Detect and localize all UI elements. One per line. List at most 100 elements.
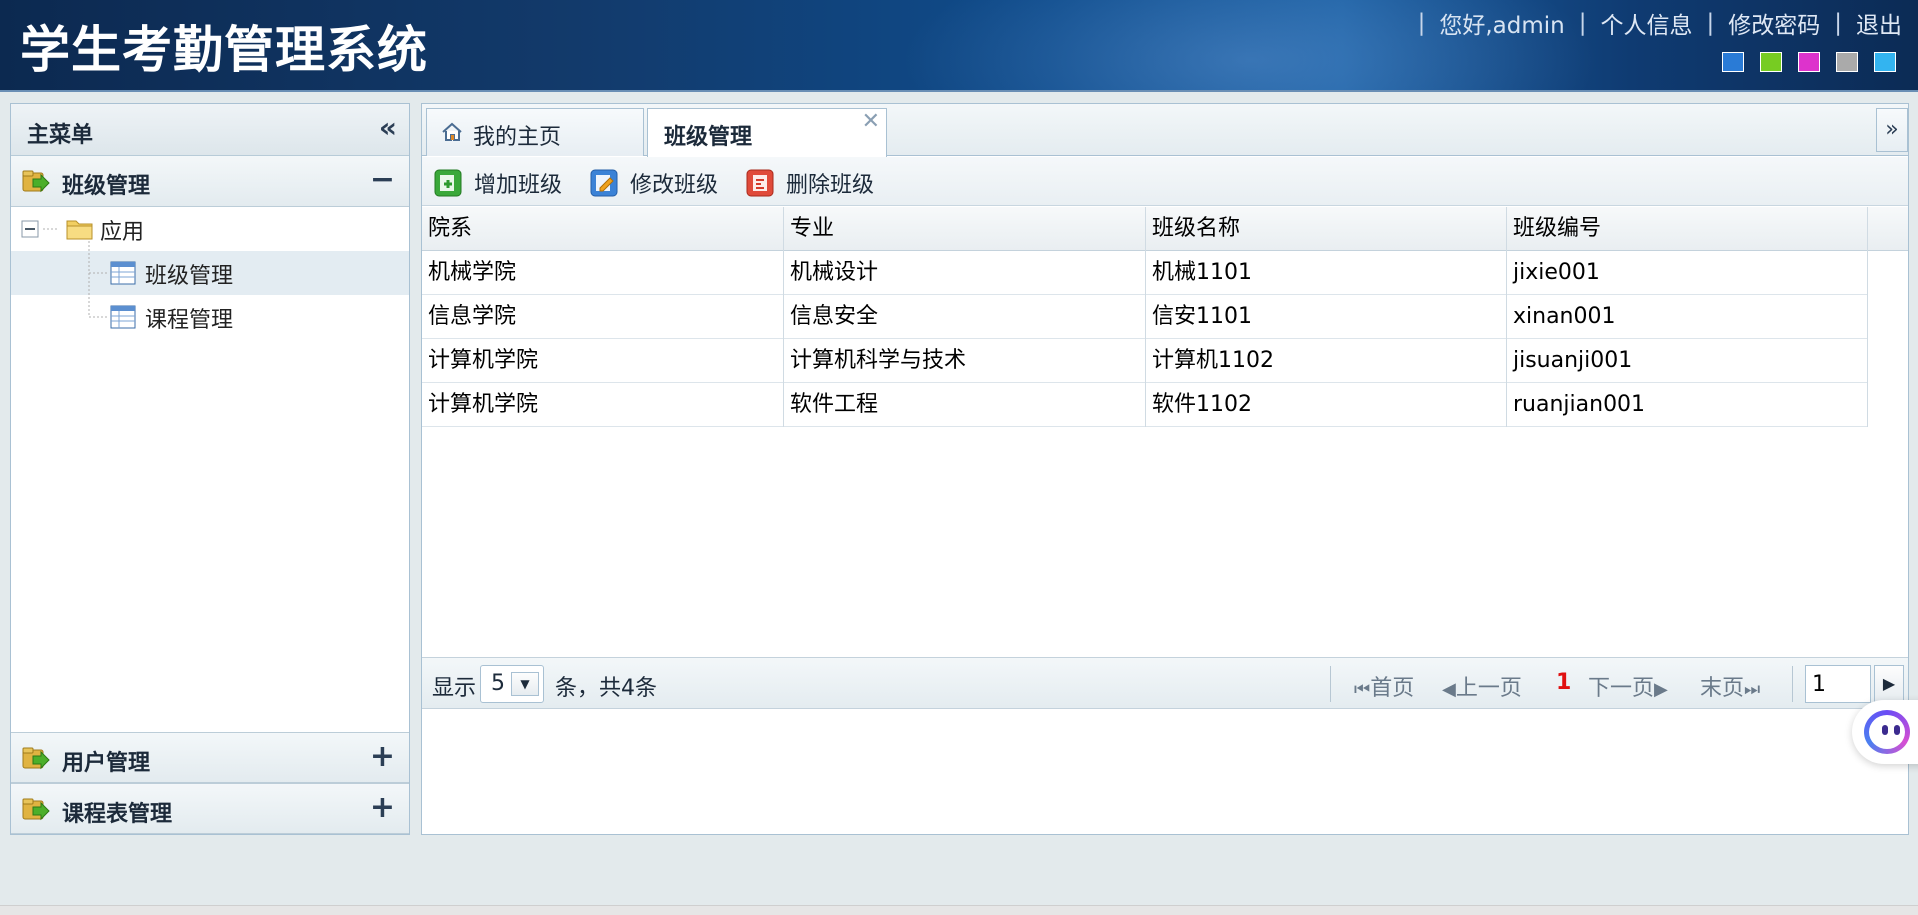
collapse-section-icon[interactable]: − [370,162,395,197]
theme-swatch-gray[interactable] [1836,52,1858,72]
separator: | [1417,10,1426,36]
next-page-button[interactable]: 下一页▶ [1588,670,1668,702]
show-label: 显示 [432,676,477,701]
prev-page-label: 上一页 [1455,676,1522,701]
top-links: | 您好,admin | 个人信息 | 修改密码 | 退出 [1404,6,1902,40]
table-row[interactable]: 计算机学院 软件工程 软件1102 ruanjian001 [422,383,1868,427]
page-size-value: 5 [491,671,505,696]
tabs-menu-chevron-icon[interactable]: » [1876,108,1908,152]
page-size-select[interactable]: 5 ▼ [480,665,544,703]
grid-header: 院系 专业 班级名称 班级编号 [422,207,1908,251]
cell-department: 机械学院 [422,251,784,295]
go-page-icon[interactable]: ▶ [1874,665,1904,703]
table-row[interactable]: 机械学院 机械设计 机械1101 jixie001 [422,251,1868,295]
expand-section-icon[interactable]: + [370,790,395,825]
cell-class-name: 机械1101 [1146,251,1507,295]
current-page-number: 1 [1556,670,1572,695]
theme-swatch-green[interactable] [1760,52,1782,72]
add-class-label: 增加班级 [474,173,563,198]
total-count-label: 条，共4条 [555,676,657,701]
close-icon[interactable]: ✕ [862,109,880,134]
first-page-label: 首页 [1370,676,1415,701]
first-page-button[interactable]: ⏮首页 [1354,670,1414,702]
accordion-label: 班级管理 [62,174,151,199]
cell-major: 计算机科学与技术 [784,339,1146,383]
accordion-label: 课程表管理 [62,802,173,827]
menu-tree: 应用 班级管理 课程管理 [11,207,409,730]
cell-class-code: jixie001 [1507,251,1868,295]
delete-icon [746,169,774,197]
column-header-department[interactable]: 院系 [422,207,784,251]
theme-swatch-pink[interactable] [1798,52,1820,72]
sidebar: 主菜单 « 班级管理 − 应用 班级管理 课程管理 用户管理 + 课程表管理 + [10,103,410,835]
last-page-label: 末页 [1700,676,1745,701]
theme-swatches [1722,52,1896,72]
folder-arrow-icon [22,747,50,770]
collapse-sidebar-icon[interactable]: « [379,114,397,142]
next-page-label: 下一页 [1588,676,1655,701]
cell-major: 信息安全 [784,295,1146,339]
accordion-schedule-management[interactable]: 课程表管理 + [11,783,409,834]
table-row[interactable]: 计算机学院 计算机科学与技术 计算机1102 jisuanji001 [422,339,1868,383]
app-header: 学生考勤管理系统 | 您好,admin | 个人信息 | 修改密码 | 退出 [0,0,1918,92]
tree-connector-lines [43,228,107,318]
assistant-eye [1882,725,1888,735]
change-password-link[interactable]: 修改密码 [1728,6,1820,40]
cell-major: 软件工程 [784,383,1146,427]
edit-class-label: 修改班级 [630,173,719,198]
table-row[interactable]: 信息学院 信息安全 信安1101 xinan001 [422,295,1868,339]
first-page-icon: ⏮ [1354,679,1371,700]
column-header-class-code[interactable]: 班级编号 [1507,207,1868,251]
home-icon [442,122,462,141]
last-page-button[interactable]: 末页⏭ [1700,670,1760,702]
accordion-label: 用户管理 [62,751,151,776]
assistant-float-icon[interactable] [1852,700,1918,764]
assistant-eye [1894,725,1900,735]
cell-department: 信息学院 [422,295,784,339]
last-page-icon: ⏭ [1744,679,1761,700]
folder-arrow-icon [22,798,50,821]
separator: | [1578,10,1587,36]
logout-link[interactable]: 退出 [1856,6,1902,40]
taskbar-strip [0,905,1918,915]
theme-swatch-cyan[interactable] [1874,52,1896,72]
separator: | [1834,10,1842,36]
cell-major: 机械设计 [784,251,1146,295]
accordion-user-management[interactable]: 用户管理 + [11,732,409,783]
column-header-class-name[interactable]: 班级名称 [1146,207,1507,251]
toolbar: 增加班级 修改班级 删除班级 [422,157,1908,206]
tab-label: 班级管理 [664,125,753,150]
tab-class-management[interactable]: 班级管理 ✕ [647,108,887,157]
folder-arrow-icon [22,170,50,193]
divider [1330,666,1331,702]
tab-label: 我的主页 [473,125,562,150]
cell-class-code: jisuanji001 [1507,339,1868,383]
page-number-input[interactable] [1805,665,1871,703]
cell-department: 计算机学院 [422,383,784,427]
divider [1792,666,1793,702]
pagination-bar: 显示 5 ▼ 条，共4条 ⏮首页 ◀上一页 1 下一页▶ 末页⏭ ▶ [422,657,1908,709]
cell-department: 计算机学院 [422,339,784,383]
chevron-down-icon[interactable]: ▼ [511,672,539,696]
tree-item-label: 课程管理 [145,308,234,333]
main-panel: 我的主页 班级管理 ✕ » 增加班级 修改班级 删除班级 院系 专业 班级名称 … [421,103,1909,835]
bottom-accordions: 用户管理 + 课程表管理 + [11,732,409,834]
next-page-icon: ▶ [1654,679,1668,700]
cell-class-name: 信安1101 [1146,295,1507,339]
edit-icon [590,169,618,197]
tab-home[interactable]: 我的主页 [426,108,644,156]
expand-section-icon[interactable]: + [370,739,395,774]
tree-item-label: 班级管理 [145,264,234,289]
column-header-major[interactable]: 专业 [784,207,1146,251]
delete-class-label: 删除班级 [786,173,875,198]
cell-class-code: ruanjian001 [1507,383,1868,427]
prev-page-button[interactable]: ◀上一页 [1442,670,1522,702]
tabs-bar: 我的主页 班级管理 ✕ » [422,104,1908,157]
prev-page-icon: ◀ [1442,679,1456,700]
cell-class-code: xinan001 [1507,295,1868,339]
cell-class-name: 软件1102 [1146,383,1507,427]
theme-swatch-blue[interactable] [1722,52,1744,72]
profile-link[interactable]: 个人信息 [1601,6,1693,40]
accordion-class-management[interactable]: 班级管理 − [11,156,409,207]
app-title: 学生考勤管理系统 [20,21,428,79]
